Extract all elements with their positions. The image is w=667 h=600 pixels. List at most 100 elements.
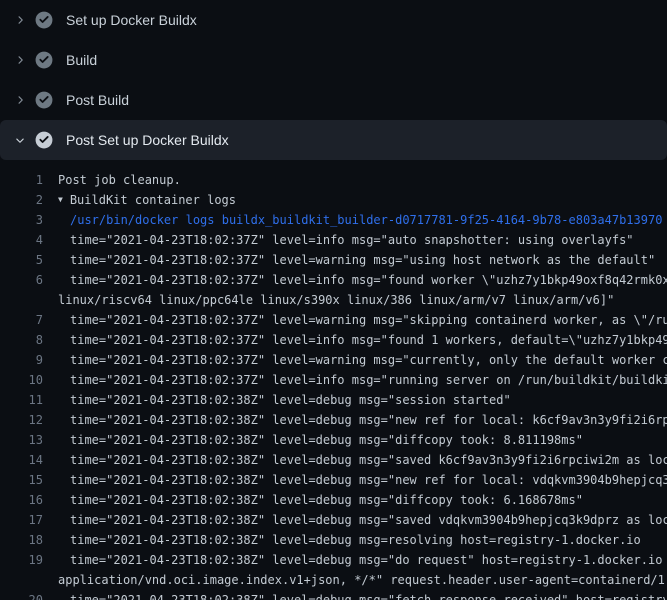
log-line: 6 time="2021-04-23T18:02:37Z" level=info… [0,270,667,290]
log-message: time="2021-04-23T18:02:37Z" level=info m… [70,333,667,347]
line-number[interactable]: 3 [0,210,43,230]
log-line: 19 time="2021-04-23T18:02:38Z" level=deb… [0,550,667,570]
log-text: time="2021-04-23T18:02:38Z" level=debug … [43,410,667,430]
log-text: time="2021-04-23T18:02:38Z" level=debug … [43,510,667,530]
log-text: time="2021-04-23T18:02:37Z" level=warnin… [43,310,667,330]
line-number[interactable]: 1 [0,170,43,190]
log-text: time="2021-04-23T18:02:37Z" level=info m… [43,370,667,390]
log-text: time="2021-04-23T18:02:37Z" level=warnin… [43,350,667,370]
log-line: 1 Post job cleanup. [0,170,667,190]
log-message: time="2021-04-23T18:02:38Z" level=debug … [70,493,583,507]
log-text: time="2021-04-23T18:02:38Z" level=debug … [43,430,583,450]
log-line: 9 time="2021-04-23T18:02:37Z" level=warn… [0,350,667,370]
line-number[interactable]: 19 [0,550,43,570]
step-header[interactable]: Post Build [0,80,667,120]
log-message: time="2021-04-23T18:02:37Z" level=info m… [70,273,667,287]
line-number[interactable]: 16 [0,490,43,510]
log-line: 3 /usr/bin/docker logs buildx_buildkit_b… [0,210,667,230]
log-message: time="2021-04-23T18:02:38Z" level=debug … [70,413,667,427]
log-line: 2 ▼ BuildKit container logs [0,190,667,210]
line-number[interactable]: 20 [0,590,43,600]
line-number[interactable] [0,570,43,590]
log-message: time="2021-04-23T18:02:37Z" level=warnin… [70,353,667,367]
line-number[interactable]: 4 [0,230,43,250]
line-number[interactable]: 6 [0,270,43,290]
line-number[interactable]: 17 [0,510,43,530]
line-number[interactable]: 18 [0,530,43,550]
log-text: application/vnd.oci.image.index.v1+json,… [43,570,667,590]
line-number[interactable]: 15 [0,470,43,490]
log-message: application/vnd.oci.image.index.v1+json,… [58,573,667,587]
log-message: /usr/bin/docker logs buildx_buildkit_bui… [70,213,662,227]
step-title: Post Build [66,92,129,108]
log-text: time="2021-04-23T18:02:38Z" level=debug … [43,390,511,410]
steps-list: Set up Docker Buildx Build [0,0,667,160]
log-message: time="2021-04-23T18:02:38Z" level=debug … [70,513,667,527]
line-number[interactable]: 8 [0,330,43,350]
log-line: application/vnd.oci.image.index.v1+json,… [0,570,667,590]
log-message: BuildKit container logs [70,193,236,207]
log-message: time="2021-04-23T18:02:37Z" level=info m… [70,373,667,387]
log-text: time="2021-04-23T18:02:37Z" level=warnin… [43,250,655,270]
log-text: time="2021-04-23T18:02:38Z" level=debug … [43,590,667,600]
line-number[interactable]: 2 [0,190,43,210]
log-text: time="2021-04-23T18:02:38Z" level=debug … [43,450,667,470]
chevron-right-icon [12,92,28,108]
log-text: Post job cleanup. [43,170,181,190]
line-number[interactable]: 14 [0,450,43,470]
line-number[interactable]: 11 [0,390,43,410]
log-line: 7 time="2021-04-23T18:02:37Z" level=warn… [0,310,667,330]
line-number[interactable]: 7 [0,310,43,330]
chevron-right-icon [12,12,28,28]
line-number[interactable]: 9 [0,350,43,370]
log-message: time="2021-04-23T18:02:38Z" level=debug … [70,393,511,407]
log-message: time="2021-04-23T18:02:38Z" level=debug … [70,533,641,547]
log-line: 16 time="2021-04-23T18:02:38Z" level=deb… [0,490,667,510]
log-message: time="2021-04-23T18:02:38Z" level=debug … [70,473,667,487]
log-line: 13 time="2021-04-23T18:02:38Z" level=deb… [0,430,667,450]
check-circle-icon [35,51,53,69]
line-number[interactable]: 5 [0,250,43,270]
group-collapse-icon: ▼ [58,190,63,210]
log-text: time="2021-04-23T18:02:37Z" level=info m… [43,230,634,250]
step-title: Post Set up Docker Buildx [66,132,229,148]
log-line: 5 time="2021-04-23T18:02:37Z" level=warn… [0,250,667,270]
line-number[interactable]: 12 [0,410,43,430]
log-text: /usr/bin/docker logs buildx_buildkit_bui… [43,210,662,230]
log-area: 1 Post job cleanup. 2 ▼ BuildKit containe… [0,160,667,600]
log-message: time="2021-04-23T18:02:38Z" level=debug … [70,593,667,600]
log-text: time="2021-04-23T18:02:37Z" level=info m… [43,330,667,350]
log-line: 20 time="2021-04-23T18:02:38Z" level=deb… [0,590,667,600]
line-number[interactable]: 13 [0,430,43,450]
log-message: time="2021-04-23T18:02:38Z" level=debug … [70,453,667,467]
log-text[interactable]: ▼ BuildKit container logs [43,190,236,210]
check-circle-icon [35,11,53,29]
chevron-right-icon [12,132,28,148]
log-text: time="2021-04-23T18:02:38Z" level=debug … [43,530,641,550]
actions-log-viewer: Set up Docker Buildx Build [0,0,667,600]
log-line: 17 time="2021-04-23T18:02:38Z" level=deb… [0,510,667,530]
log-line: 8 time="2021-04-23T18:02:37Z" level=info… [0,330,667,350]
log-line: 15 time="2021-04-23T18:02:38Z" level=deb… [0,470,667,490]
log-message: time="2021-04-23T18:02:37Z" level=info m… [70,233,634,247]
step-title: Build [66,52,97,68]
step-header[interactable]: Post Set up Docker Buildx [0,120,667,160]
chevron-right-icon [12,52,28,68]
log-text: time="2021-04-23T18:02:38Z" level=debug … [43,550,667,570]
line-number[interactable]: 10 [0,370,43,390]
log-line: 14 time="2021-04-23T18:02:38Z" level=deb… [0,450,667,470]
log-line: 18 time="2021-04-23T18:02:38Z" level=deb… [0,530,667,550]
log-text: time="2021-04-23T18:02:38Z" level=debug … [43,490,583,510]
step-header[interactable]: Set up Docker Buildx [0,0,667,40]
log-text: time="2021-04-23T18:02:37Z" level=info m… [43,270,667,290]
log-line: 4 time="2021-04-23T18:02:37Z" level=info… [0,230,667,250]
log-text: linux/riscv64 linux/ppc64le linux/s390x … [43,290,614,310]
check-circle-icon [35,91,53,109]
step-header[interactable]: Build [0,40,667,80]
log-message: linux/riscv64 linux/ppc64le linux/s390x … [58,293,614,307]
log-text: time="2021-04-23T18:02:38Z" level=debug … [43,470,667,490]
log-message: time="2021-04-23T18:02:37Z" level=warnin… [70,313,667,327]
line-number[interactable] [0,290,43,310]
step-title: Set up Docker Buildx [66,12,197,28]
log-message: Post job cleanup. [58,173,181,187]
